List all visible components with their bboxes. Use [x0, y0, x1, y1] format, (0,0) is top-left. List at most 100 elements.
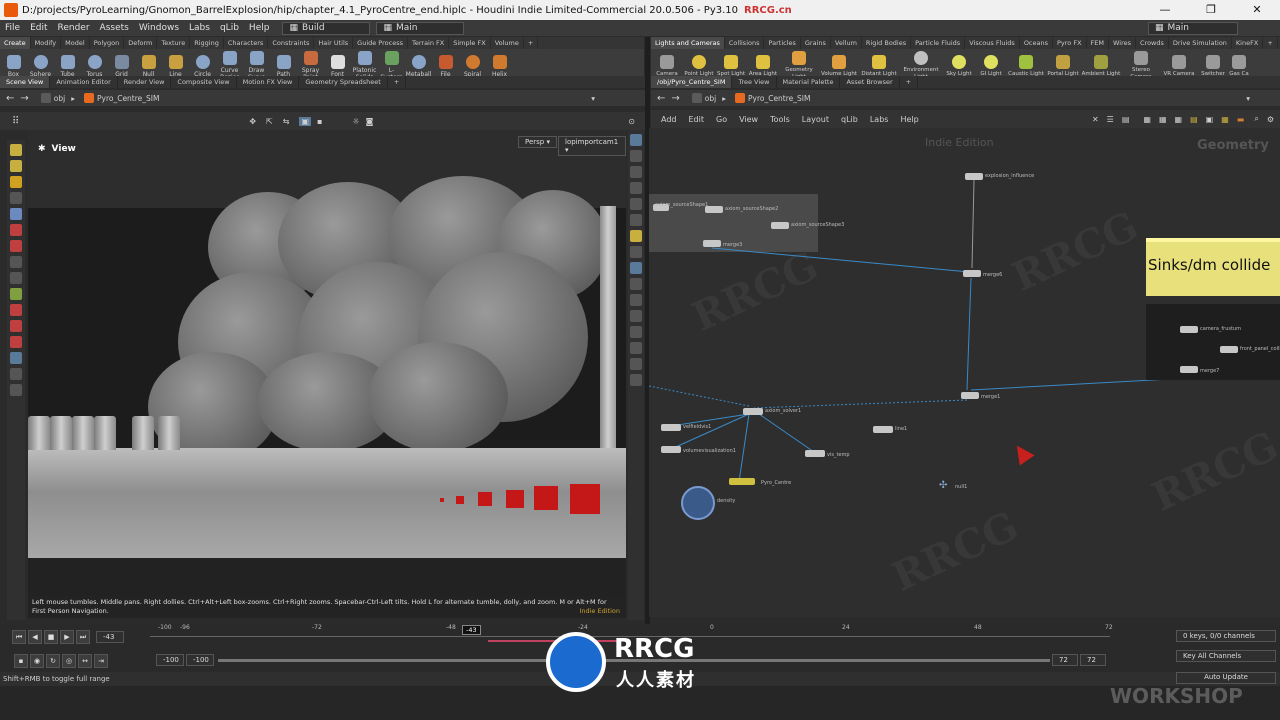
shelf-tab-model[interactable]: Model	[61, 37, 90, 49]
tool-file[interactable]: File	[432, 54, 459, 78]
tool-gi-light[interactable]: GI Light	[975, 54, 1007, 78]
tool-distant-light[interactable]: Distant Light	[859, 54, 899, 78]
ghost-icon[interactable]	[630, 214, 642, 226]
tool-portal-light[interactable]: Portal Light	[1045, 54, 1081, 78]
path-node[interactable]: Pyro_Centre_SIM	[748, 94, 811, 103]
path-dropdown-icon[interactable]: ▾	[1246, 94, 1250, 103]
tool-tube[interactable]: Tube	[54, 54, 81, 78]
collision-network-box[interactable]: camera_frustum front_panel_collision mer…	[1146, 304, 1280, 380]
pose-icon[interactable]	[10, 176, 22, 188]
shelf-tab-deform[interactable]: Deform	[124, 37, 158, 49]
desktop-main-dropdown[interactable]: ▦ Main	[376, 21, 465, 35]
handle-tool-icon[interactable]: ✥	[249, 117, 256, 126]
pin-icon[interactable]: ⊙	[628, 117, 635, 126]
cup-icon[interactable]	[10, 384, 22, 396]
minimize-button[interactable]: —	[1142, 0, 1188, 20]
select-tool-icon[interactable]	[10, 144, 22, 156]
camera-lock-icon[interactable]: ◙	[366, 117, 374, 126]
wrench-icon[interactable]: ✕	[1092, 115, 1099, 124]
palette-icon[interactable]: ▦	[1221, 115, 1229, 124]
tool-caustic-light[interactable]: Caustic Light	[1007, 54, 1045, 78]
light-icon[interactable]	[630, 230, 642, 242]
range-end-field[interactable]: 72	[1052, 654, 1078, 666]
sticky-note[interactable]: Sinks/dm collide	[1146, 238, 1280, 296]
magnet-icon[interactable]	[10, 304, 22, 316]
view-icon[interactable]	[10, 272, 22, 284]
point-display-icon[interactable]	[630, 246, 642, 258]
scale-icon[interactable]	[10, 240, 22, 252]
back-arrow-icon[interactable]: ←	[6, 93, 14, 104]
node-merge6[interactable]	[963, 270, 981, 277]
close-button[interactable]: ✕	[1234, 0, 1280, 20]
node-axiom-sourceshape2[interactable]	[705, 206, 723, 213]
menu-windows[interactable]: Windows	[134, 23, 184, 33]
sticky-note-icon[interactable]: ▦	[1159, 115, 1167, 124]
desktop-build-dropdown[interactable]: ▦ Build	[282, 21, 371, 35]
tool-circle[interactable]: Circle	[189, 54, 216, 78]
tool-helix[interactable]: Helix	[486, 54, 513, 78]
node-explosion-influence[interactable]	[965, 173, 983, 180]
tool-spot-light[interactable]: Spot Light	[715, 54, 747, 78]
shelf-tab-terrain-fx[interactable]: Terrain FX	[408, 37, 450, 49]
density-node[interactable]	[681, 486, 715, 520]
shelf-tab-polygon[interactable]: Polygon	[90, 37, 125, 49]
tab-material-palette[interactable]: Material Palette	[777, 76, 841, 88]
node-velfieldvis1[interactable]	[661, 424, 681, 431]
jump-start-button[interactable]: ⏮	[12, 630, 26, 644]
snap-icon[interactable]	[10, 320, 22, 332]
tool-spiral[interactable]: Spiral	[459, 54, 486, 78]
tool-font[interactable]: Font	[324, 54, 351, 78]
persp-dropdown[interactable]: Persp ▾	[518, 136, 557, 148]
shelf-tab-drive-simulation[interactable]: Drive Simulation	[1169, 37, 1232, 49]
shelf-tab-oceans[interactable]: Oceans	[1020, 37, 1053, 49]
tool-line[interactable]: Line	[162, 54, 189, 78]
shelf-tab-collisions[interactable]: Collisions	[725, 37, 765, 49]
shelf-tab-wires[interactable]: Wires	[1109, 37, 1137, 49]
shelf-tab-vellum[interactable]: Vellum	[831, 37, 862, 49]
rotate-icon[interactable]	[10, 224, 22, 236]
lock-icon[interactable]	[630, 166, 642, 178]
forward-arrow-icon[interactable]: →	[671, 93, 679, 104]
menu-help[interactable]: Help	[244, 23, 275, 33]
play-reverse-button[interactable]: ◀	[28, 630, 42, 644]
maximize-button[interactable]: ❐	[1188, 0, 1234, 20]
node-volumevisualization1[interactable]	[661, 446, 681, 453]
note-icon[interactable]: ▤	[1190, 115, 1198, 124]
node-merge3[interactable]	[703, 240, 721, 247]
layers-icon[interactable]	[10, 368, 22, 380]
shade-icon[interactable]	[630, 198, 642, 210]
shelf-tab-viscous-fluids[interactable]: Viscous Fluids	[965, 37, 1020, 49]
tool-switcher[interactable]: Switcher	[1197, 54, 1229, 78]
menu-edit[interactable]: Edit	[25, 23, 52, 33]
display-icon[interactable]	[630, 134, 642, 146]
frame-marker[interactable]: -43	[462, 625, 481, 635]
tool-sky-light[interactable]: Sky Light	[943, 54, 975, 78]
add-pane-tab-button[interactable]: +	[900, 76, 919, 88]
shelf-tab-fem[interactable]: FEM	[1087, 37, 1109, 49]
play-button[interactable]: ▶	[60, 630, 74, 644]
shelf-tab-rigging[interactable]: Rigging	[190, 37, 224, 49]
path-root[interactable]: obj	[705, 94, 716, 103]
range-end-field-2[interactable]: 72	[1080, 654, 1106, 666]
shelf-tab-simple-fx[interactable]: Simple FX	[449, 37, 491, 49]
search-icon[interactable]: ⌕	[1254, 114, 1258, 124]
background-icon[interactable]	[630, 358, 642, 370]
node-axiom-sourceshape3[interactable]	[771, 222, 789, 229]
current-frame-field[interactable]: -43	[96, 631, 124, 643]
shelf-tab-particles[interactable]: Particles	[764, 37, 801, 49]
camera-display-icon[interactable]	[630, 262, 642, 274]
menu-render[interactable]: Render	[53, 23, 95, 33]
uv-icon[interactable]	[630, 326, 642, 338]
tab-geometry-spreadsheet[interactable]: Geometry Spreadsheet	[299, 76, 388, 88]
net-menu-edit[interactable]: Edit	[683, 115, 711, 124]
move-icon[interactable]	[10, 208, 22, 220]
net-menu-view[interactable]: View	[733, 115, 764, 124]
key-all-channels-dropdown[interactable]: Key All Channels	[1176, 650, 1276, 662]
shelf-tab-kinefx[interactable]: KineFX	[1232, 37, 1264, 49]
tool-ambient-light[interactable]: Ambient Light	[1081, 54, 1121, 78]
tool-vr-camera[interactable]: VR Camera	[1161, 54, 1197, 78]
null-node-icon[interactable]: ✣	[939, 480, 947, 491]
image-icon[interactable]: ▣	[1206, 115, 1214, 124]
grid-dots-icon[interactable]: ⠿	[12, 116, 19, 127]
tab-composite-view[interactable]: Composite View	[171, 76, 237, 88]
